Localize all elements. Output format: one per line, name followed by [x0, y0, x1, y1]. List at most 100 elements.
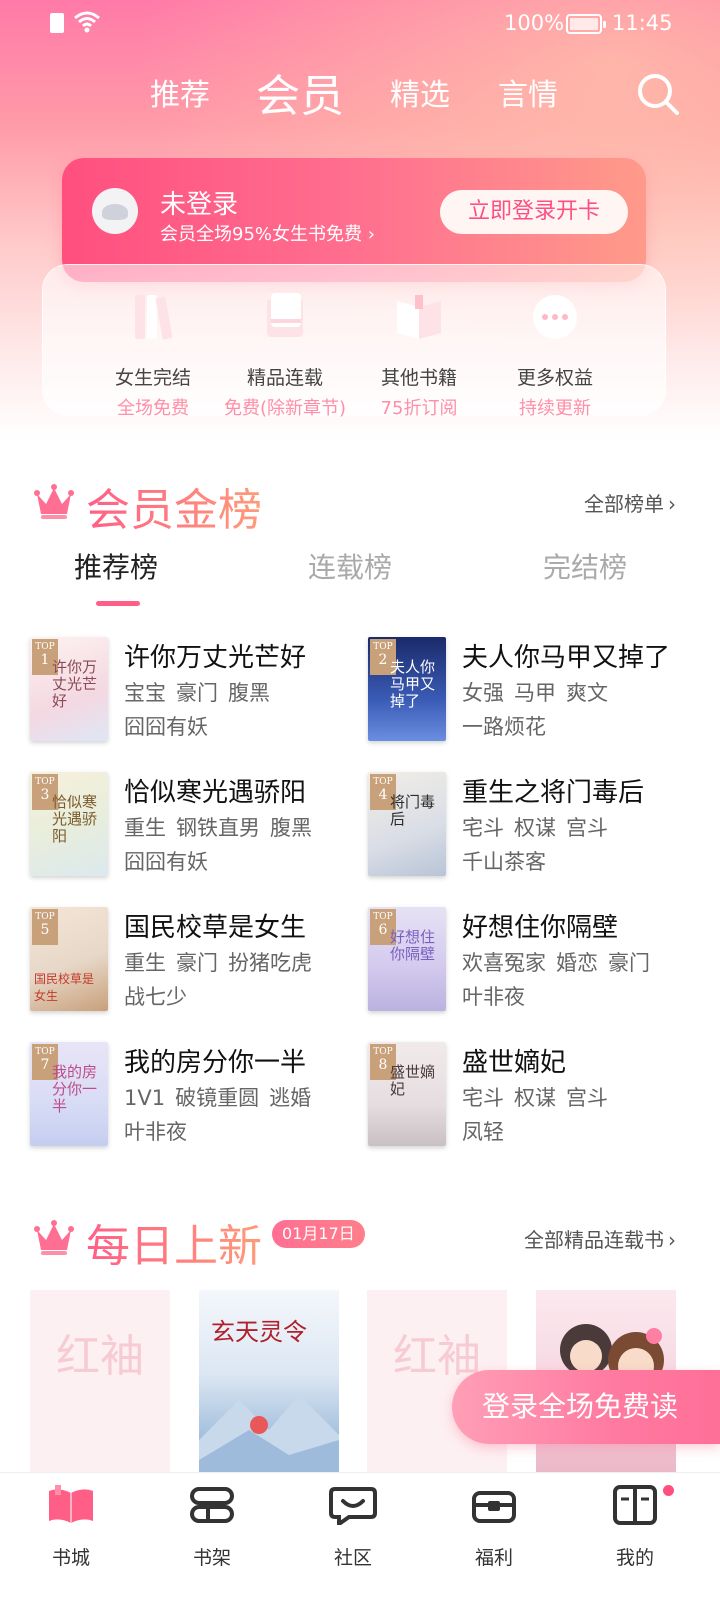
all-serial-books-link[interactable]: 全部精品连载书 › [524, 1224, 676, 1253]
tab-serial-rank[interactable]: 连载榜 [308, 546, 392, 586]
daily-book-cover[interactable]: 红袖 [30, 1290, 170, 1476]
tab-completed-rank[interactable]: 完结榜 [543, 546, 627, 586]
cover-title: 将门毒后 [390, 793, 436, 828]
bottom-nav: 书城 书架 社区 福利 我的 [0, 1472, 720, 1600]
tab-selected[interactable]: 精选 [390, 70, 450, 114]
free-read-login-button[interactable]: 登录全场免费读 [452, 1370, 720, 1444]
book-author: 战七少 [124, 985, 187, 1009]
book-cover[interactable]: TOP 5 国民校草是女生 [30, 907, 108, 1011]
bookstore-icon [49, 1485, 93, 1523]
book-tags: 宅斗 权谋 宫斗 [462, 1086, 608, 1110]
open-book-icon [397, 295, 441, 339]
book-cover[interactable]: TOP 3 恰似寒光遇骄阳 [30, 772, 108, 876]
book-author: 一路烦花 [462, 715, 546, 739]
nav-bookstore[interactable]: 书城 [21, 1485, 121, 1570]
tab-recommend-rank[interactable]: 推荐榜 [74, 546, 158, 586]
benefits-panel: 女生完结 全场免费 精品连载 免费(除新章节) 其他书籍 75折订阅 更多权益 … [42, 264, 666, 419]
book-author: 凤轻 [462, 1120, 504, 1144]
benefit-desc: 75折订阅 [380, 398, 458, 419]
nav-label: 书城 [51, 1547, 90, 1569]
benefit-other-books[interactable]: 其他书籍 75折订阅 [349, 289, 489, 420]
daily-header: 每日上新 01月17日 全部精品连载书 › [0, 1208, 720, 1272]
book-cover[interactable]: TOP 2 夫人你马甲又掉了 [368, 637, 446, 741]
book-title[interactable]: 我的房分你一半 [124, 1042, 306, 1079]
book-author: 囧囧有妖 [124, 715, 208, 739]
member-promo[interactable]: 会员全场95%女生书免费 › [160, 220, 375, 246]
battery-percent: 100% [504, 11, 565, 35]
date-badge: 01月17日 [272, 1220, 365, 1248]
benefit-more[interactable]: 更多权益 持续更新 [485, 289, 625, 420]
cover-title: 好想住你隔壁 [390, 928, 436, 963]
book-title[interactable]: 国民校草是女生 [124, 907, 306, 944]
ranked-book[interactable]: TOP 8 盛世嫡妃 盛世嫡妃 宅斗 权谋 宫斗 凤轻 [368, 1042, 688, 1152]
login-status: 未登录 [160, 190, 239, 220]
nav-community[interactable]: 社区 [303, 1485, 403, 1570]
book-cover[interactable]: TOP 6 好想住你隔壁 [368, 907, 446, 1011]
benefit-desc: 免费(除新章节) [223, 398, 347, 419]
tab-member[interactable]: 会员 [256, 60, 344, 124]
status-bar: 100% 11:45 [0, 0, 720, 48]
book-tags: 宝宝 豪门 腹黑 [124, 681, 270, 705]
avatar[interactable] [92, 188, 138, 234]
tab-recommend[interactable]: 推荐 [150, 70, 210, 114]
notification-dot [663, 1485, 674, 1496]
book-title[interactable]: 好想住你隔壁 [462, 907, 618, 944]
nav-bookshelf[interactable]: 书架 [162, 1485, 262, 1570]
daily-title: 每日上新 [86, 1210, 262, 1274]
cover-title: 国民校草是女生 [34, 972, 95, 1003]
ranked-book[interactable]: TOP 4 将门毒后 重生之将门毒后 宅斗 权谋 宫斗 千山茶客 [368, 772, 688, 882]
ranked-book[interactable]: TOP 7 我的房分你一半 我的房分你一半 1V1 破镜重圆 逃婚 叶非夜 [30, 1042, 350, 1152]
chevron-right-icon: › [668, 1228, 676, 1252]
benefit-name: 女生完结 [114, 367, 191, 389]
ranked-book[interactable]: TOP 3 恰似寒光遇骄阳 恰似寒光遇骄阳 重生 钢铁直男 腹黑 囧囧有妖 [30, 772, 350, 882]
chevron-right-icon: › [668, 492, 676, 516]
clock: 11:45 [612, 11, 673, 35]
login-open-card-button[interactable]: 立即登录开卡 [440, 190, 628, 234]
benefit-desc: 全场免费 [117, 398, 189, 419]
ranked-book[interactable]: TOP 1 许你万丈光芒好 许你万丈光芒好 宝宝 豪门 腹黑 囧囧有妖 [30, 637, 350, 747]
book-title[interactable]: 夫人你马甲又掉了 [462, 637, 670, 674]
daily-book-cover[interactable]: 玄天灵令 [199, 1290, 339, 1476]
book-author: 叶非夜 [462, 985, 525, 1009]
cover-title: 恰似寒光遇骄阳 [52, 793, 98, 845]
book-title[interactable]: 盛世嫡妃 [462, 1042, 566, 1079]
bookshelf-icon [190, 1487, 234, 1523]
profile-icon [613, 1485, 657, 1525]
benefit-name: 更多权益 [516, 367, 593, 389]
ranked-book[interactable]: TOP 5 国民校草是女生 国民校草是女生 重生 豪门 扮猪吃虎 战七少 [30, 907, 350, 1017]
nav-label: 我的 [615, 1547, 654, 1569]
book-title[interactable]: 许你万丈光芒好 [124, 637, 306, 674]
book-author: 千山茶客 [462, 850, 546, 874]
tab-romance[interactable]: 言情 [498, 70, 558, 114]
rank-tag: TOP 5 [32, 909, 58, 945]
benefit-serial[interactable]: 精品连载 免费(除新章节) [215, 289, 355, 420]
benefit-name: 精品连载 [246, 367, 323, 389]
search-icon[interactable] [636, 72, 680, 116]
book-tags: 女强 马甲 爽文 [462, 681, 608, 705]
benefit-name: 其他书籍 [380, 367, 457, 389]
book-cover[interactable]: TOP 7 我的房分你一半 [30, 1042, 108, 1146]
book-author: 囧囧有妖 [124, 850, 208, 874]
ranked-book[interactable]: TOP 2 夫人你马甲又掉了 夫人你马甲又掉了 女强 马甲 爽文 一路烦花 [368, 637, 688, 747]
nav-profile[interactable]: 我的 [585, 1485, 685, 1570]
books-icon [135, 295, 173, 340]
book-title[interactable]: 恰似寒光遇骄阳 [124, 772, 306, 809]
all-rankings-link[interactable]: 全部榜单 › [584, 488, 676, 517]
book-tags: 欢喜冤家 婚恋 豪门 [462, 951, 650, 975]
book-cover[interactable]: TOP 1 许你万丈光芒好 [30, 637, 108, 741]
crown-icon [34, 484, 74, 519]
benefit-completed[interactable]: 女生完结 全场免费 [83, 289, 223, 420]
gift-box-icon [472, 1491, 516, 1523]
book-title[interactable]: 重生之将门毒后 [462, 772, 644, 809]
benefit-desc: 持续更新 [519, 398, 591, 419]
nav-label: 福利 [474, 1547, 513, 1569]
cover-title: 玄天灵令 [211, 1318, 307, 1346]
book-cover[interactable]: TOP 8 盛世嫡妃 [368, 1042, 446, 1146]
top-tabs: 推荐 会员 精选 言情 [0, 60, 720, 122]
wifi-icon [74, 11, 100, 33]
all-rankings-label: 全部榜单 [584, 492, 664, 516]
book-cover[interactable]: TOP 4 将门毒后 [368, 772, 446, 876]
nav-welfare[interactable]: 福利 [444, 1485, 544, 1570]
battery-icon [566, 14, 606, 34]
ranked-book[interactable]: TOP 6 好想住你隔壁 好想住你隔壁 欢喜冤家 婚恋 豪门 叶非夜 [368, 907, 688, 1017]
